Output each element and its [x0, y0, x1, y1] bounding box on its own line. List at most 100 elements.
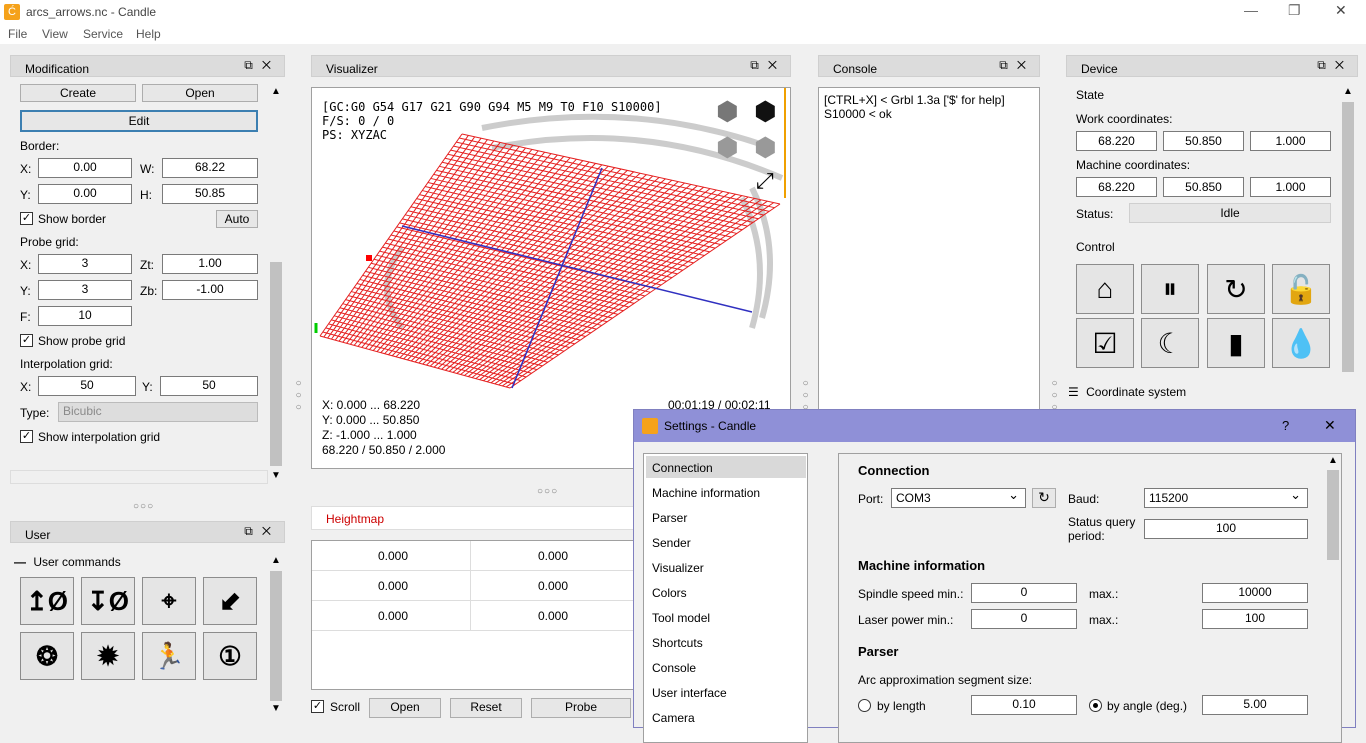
saw-button[interactable]: ✹	[81, 632, 135, 680]
spindle-max-field[interactable]: 10000	[1202, 583, 1308, 603]
scroll-down-icon[interactable]: ▼	[271, 470, 281, 481]
pause-button[interactable]: ⏸	[1141, 264, 1199, 314]
table-cell[interactable]: 0.000	[538, 549, 568, 563]
scroll-up-icon[interactable]: ▲	[271, 86, 281, 97]
dock-float-close-icons[interactable]: ⧉✕	[244, 58, 280, 73]
by-length-radio[interactable]	[858, 699, 871, 712]
zero-z-button[interactable]: ↥Ø	[20, 577, 74, 625]
table-cell[interactable]: 0.000	[378, 609, 408, 623]
table-row[interactable]: 0.000 0.000	[312, 571, 642, 601]
menu-view[interactable]: View	[42, 27, 68, 41]
user-commands-header[interactable]: — User commands	[14, 555, 121, 569]
show-interp-grid-checkbox[interactable]: ✓	[20, 430, 33, 443]
heightmap-tab[interactable]: Heightmap	[311, 506, 641, 530]
probe-z-button[interactable]: ↧Ø	[81, 577, 135, 625]
nav-sender[interactable]: Sender	[652, 536, 691, 550]
view-top-button[interactable]: ⬢	[716, 96, 739, 127]
settings-scroll-thumb[interactable]	[1327, 470, 1339, 560]
baud-select[interactable]: 115200	[1144, 488, 1308, 508]
border-w-field[interactable]: 68.22	[162, 158, 258, 178]
menu-file[interactable]: File	[8, 27, 27, 41]
refresh-ports-button[interactable]: ↻	[1032, 488, 1056, 508]
type-select[interactable]: Bicubic	[58, 402, 258, 422]
nav-tool-model[interactable]: Tool model	[652, 611, 710, 625]
modification-hscroll[interactable]	[10, 470, 268, 484]
splitter-handle-icon[interactable]: ○○○	[537, 486, 558, 497]
feed-field[interactable]: 10	[38, 306, 132, 326]
table-cell[interactable]: 0.000	[378, 579, 408, 593]
modification-scroll-thumb[interactable]	[270, 262, 282, 466]
unlock-button[interactable]: 🔓	[1272, 264, 1330, 314]
zb-field[interactable]: -1.00	[162, 280, 258, 300]
one-button[interactable]: ①	[203, 632, 257, 680]
heightmap-open-button[interactable]: Open	[369, 698, 441, 718]
nav-colors[interactable]: Colors	[652, 586, 687, 600]
check-mode-button[interactable]: ☑	[1076, 318, 1134, 368]
dock-float-close-icons[interactable]: ⧉✕	[244, 524, 280, 539]
reset-button[interactable]: ↻	[1207, 264, 1265, 314]
modification-scrollbar[interactable]: ▲ ▼	[268, 86, 284, 484]
nav-shortcuts[interactable]: Shortcuts	[652, 636, 703, 650]
minimize-button[interactable]: —	[1244, 2, 1258, 18]
splitter-left-icon[interactable]: ○○○	[293, 378, 304, 414]
dock-float-close-icons[interactable]: ⧉✕	[999, 58, 1035, 73]
sleep-button[interactable]: ☾	[1141, 318, 1199, 368]
home-button[interactable]: ⌂	[1076, 264, 1134, 314]
show-border-checkbox[interactable]: ✓	[20, 212, 33, 225]
border-y-field[interactable]: 0.00	[38, 184, 132, 204]
nav-machine-information[interactable]: Machine information	[652, 486, 760, 500]
heightmap-reset-button[interactable]: Reset	[450, 698, 522, 718]
view-front-button[interactable]: ⬢	[716, 132, 739, 163]
nav-console[interactable]: Console	[652, 661, 696, 675]
probe-y-field[interactable]: 3	[38, 280, 132, 300]
splitter-handle-icon[interactable]: ○○○	[133, 501, 154, 512]
help-button[interactable]: ?	[1282, 418, 1289, 433]
scroll-up-icon[interactable]: ▲	[271, 555, 281, 566]
port-select[interactable]: COM3	[891, 488, 1026, 508]
dock-float-close-icons[interactable]: ⧉✕	[1317, 58, 1353, 73]
border-x-field[interactable]: 0.00	[38, 158, 132, 178]
table-row[interactable]: 0.000 0.000	[312, 541, 642, 571]
scroll-checkbox[interactable]: ✓	[311, 700, 324, 713]
interp-x-field[interactable]: 50	[38, 376, 136, 396]
run-button[interactable]: 🏃	[142, 632, 196, 680]
interp-y-field[interactable]: 50	[160, 376, 258, 396]
show-probe-grid-checkbox[interactable]: ✓	[20, 334, 33, 347]
border-h-field[interactable]: 50.85	[162, 184, 258, 204]
heightmap-table[interactable]: 0.000 0.000 0.000 0.000 0.000 0.000	[311, 540, 641, 690]
door-button[interactable]: ▮	[1207, 318, 1265, 368]
table-cell[interactable]: 0.000	[378, 549, 408, 563]
flood-button[interactable]: 💧	[1272, 318, 1330, 368]
view-iso-button[interactable]: ⬢	[754, 96, 777, 127]
heightmap-probe-button[interactable]: Probe	[531, 698, 631, 718]
nav-camera[interactable]: Camera	[652, 711, 695, 725]
scroll-up-icon[interactable]: ▲	[1343, 86, 1353, 97]
laser-max-field[interactable]: 100	[1202, 609, 1308, 629]
probe-x-field[interactable]: 3	[38, 254, 132, 274]
view-left-button[interactable]: ⬢	[754, 132, 777, 163]
nav-connection[interactable]: Connection	[652, 461, 713, 475]
user-scroll-thumb[interactable]	[270, 571, 282, 701]
menu-help[interactable]: Help	[136, 27, 161, 41]
camera-button[interactable]: ❂	[20, 632, 74, 680]
by-angle-radio[interactable]	[1089, 699, 1102, 712]
edit-button[interactable]: Edit	[20, 110, 258, 132]
settings-close-button[interactable]: ✕	[1324, 417, 1336, 434]
nav-visualizer[interactable]: Visualizer	[652, 561, 704, 575]
menu-service[interactable]: Service	[83, 27, 123, 41]
fit-view-icon[interactable]: ⤢	[756, 168, 774, 194]
laser-min-field[interactable]: 0	[971, 609, 1077, 629]
console-output[interactable]: [CTRL+X] < Grbl 1.3a ['$' for help] S100…	[818, 87, 1040, 410]
open-button[interactable]: Open	[142, 84, 258, 102]
by-length-field[interactable]: 0.10	[971, 695, 1077, 715]
nav-parser[interactable]: Parser	[652, 511, 687, 525]
device-scrollbar[interactable]: ▲	[1340, 86, 1356, 406]
scroll-up-icon[interactable]: ▲	[1328, 455, 1338, 466]
table-row[interactable]: 0.000 0.000	[312, 601, 642, 631]
restore-button[interactable]: ❐	[1288, 2, 1301, 19]
nav-user-interface[interactable]: User interface	[652, 686, 727, 700]
table-cell[interactable]: 0.000	[538, 609, 568, 623]
corner-button[interactable]: ⬋	[203, 577, 257, 625]
auto-button[interactable]: Auto	[216, 210, 258, 228]
close-window-button[interactable]: ✕	[1335, 2, 1347, 19]
